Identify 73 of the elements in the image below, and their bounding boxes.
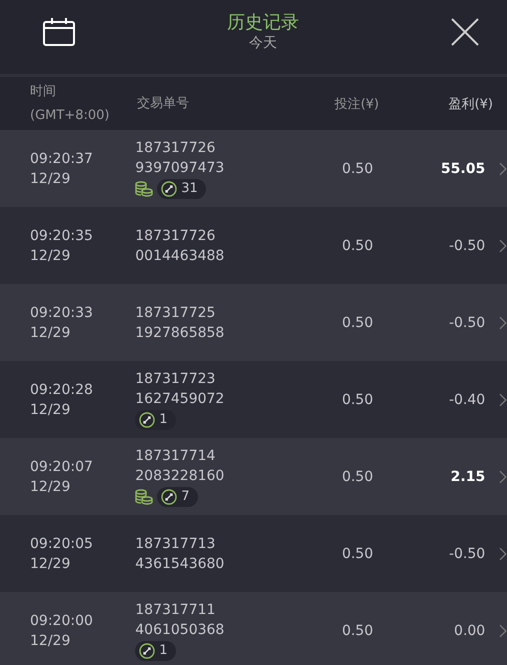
- order-number: 4061050368: [135, 620, 226, 640]
- stake-value: 0.50: [340, 468, 374, 484]
- stake-value: 0.50: [340, 160, 374, 176]
- time-text: 09:20:05: [30, 534, 94, 554]
- date-text: 12/29: [30, 554, 72, 574]
- record-row[interactable]: 09:20:05 12/29 187317713 4361543680 0.50 -0.50: [0, 515, 507, 592]
- order-number: 0014463488: [135, 246, 226, 266]
- chevron-icon: [499, 546, 507, 560]
- time-text: 09:20:35: [30, 226, 94, 246]
- time-text: 09:20:00: [30, 612, 94, 630]
- order-number: 187317711: [135, 600, 216, 620]
- column-header: 投注(¥): [334, 96, 379, 112]
- order-number: 1927865858: [135, 324, 226, 342]
- time-text: 09:20:28: [30, 380, 94, 400]
- order-number: 187317714: [135, 446, 216, 466]
- order-number: 2083228160: [135, 466, 226, 486]
- record-row[interactable]: 09:20:35 12/29 187317726 0014463488 0.50 -0.50: [0, 207, 507, 284]
- chevron-icon: [499, 392, 507, 406]
- rounds-badge: 1: [135, 640, 176, 660]
- order-number: 1627459072: [135, 390, 226, 408]
- order-number: 9397097473: [135, 158, 226, 178]
- column-header: 时间: [30, 82, 57, 100]
- record-row[interactable]: 09:20:33 12/29 187317725 1927865858 0.50 -0.50: [0, 284, 507, 361]
- record-row[interactable]: 09:20:37 12/29 187317726 9397097473 31 0.50 55.05: [0, 130, 507, 207]
- stake-value: 0.50: [340, 238, 374, 254]
- record-row[interactable]: 09:20:07 12/29 187317714 2083228160 7 0.50 2.15: [0, 438, 507, 515]
- date-subtitle: 今天: [249, 34, 277, 52]
- date-text: 12/29: [30, 246, 72, 266]
- order-number: 187317725: [135, 304, 216, 322]
- order-number: 187317726: [135, 226, 216, 246]
- rounds-badge: 31: [157, 178, 206, 198]
- stake-value: 0.50: [340, 546, 374, 562]
- rounds-badge: 7: [157, 486, 198, 506]
- profit-value: 55.05: [440, 160, 486, 176]
- date-text: 12/29: [30, 170, 72, 188]
- date-text: 12/29: [30, 478, 72, 496]
- order-number: 4361543680: [135, 554, 226, 574]
- profit-value: 2.15: [450, 468, 486, 484]
- chevron-icon: [499, 316, 507, 330]
- order-number: 187317726: [135, 138, 216, 158]
- arrows-circle-icon: [139, 642, 156, 658]
- arrows-circle-icon: [161, 488, 178, 504]
- column-header: 交易单号: [137, 94, 190, 112]
- arrows-circle-icon: [161, 180, 178, 196]
- profit-value: -0.40: [448, 392, 486, 408]
- stake-value: 0.50: [340, 314, 374, 330]
- time-text: 09:20:37: [30, 150, 94, 168]
- close-icon[interactable]: [451, 18, 479, 46]
- calendar-icon[interactable]: [43, 18, 75, 46]
- time-text: 09:20:07: [30, 458, 94, 476]
- column-header: (GMT+8:00): [30, 106, 110, 124]
- order-number: 187317723: [135, 370, 216, 388]
- chevron-icon: [499, 162, 507, 176]
- time-text: 09:20:33: [30, 304, 94, 322]
- profit-value: -0.50: [448, 238, 486, 254]
- record-row[interactable]: 09:20:28 12/29 187317723 1627459072 1 0.50 -0.40: [0, 361, 507, 438]
- chevron-icon: [499, 624, 507, 638]
- profit-value: -0.50: [448, 546, 486, 562]
- arrows-circle-icon: [139, 412, 156, 428]
- record-row[interactable]: 09:20:00 12/29 187317711 4061050368 1 0.50 0.00: [0, 592, 507, 665]
- profit-value: 0.00: [453, 622, 486, 638]
- stake-value: 0.50: [340, 392, 374, 408]
- column-header: 盈利(¥): [448, 96, 493, 112]
- chevron-icon: [499, 470, 507, 484]
- chevron-icon: [499, 238, 507, 252]
- rounds-badge: 1: [135, 410, 176, 430]
- date-text: 12/29: [30, 324, 72, 342]
- date-text: 12/29: [30, 400, 72, 420]
- profit-value: -0.50: [448, 314, 486, 330]
- date-text: 12/29: [30, 632, 72, 650]
- order-number: 187317713: [135, 534, 216, 554]
- stake-value: 0.50: [340, 622, 374, 638]
- page-title: 历史记录: [227, 11, 299, 34]
